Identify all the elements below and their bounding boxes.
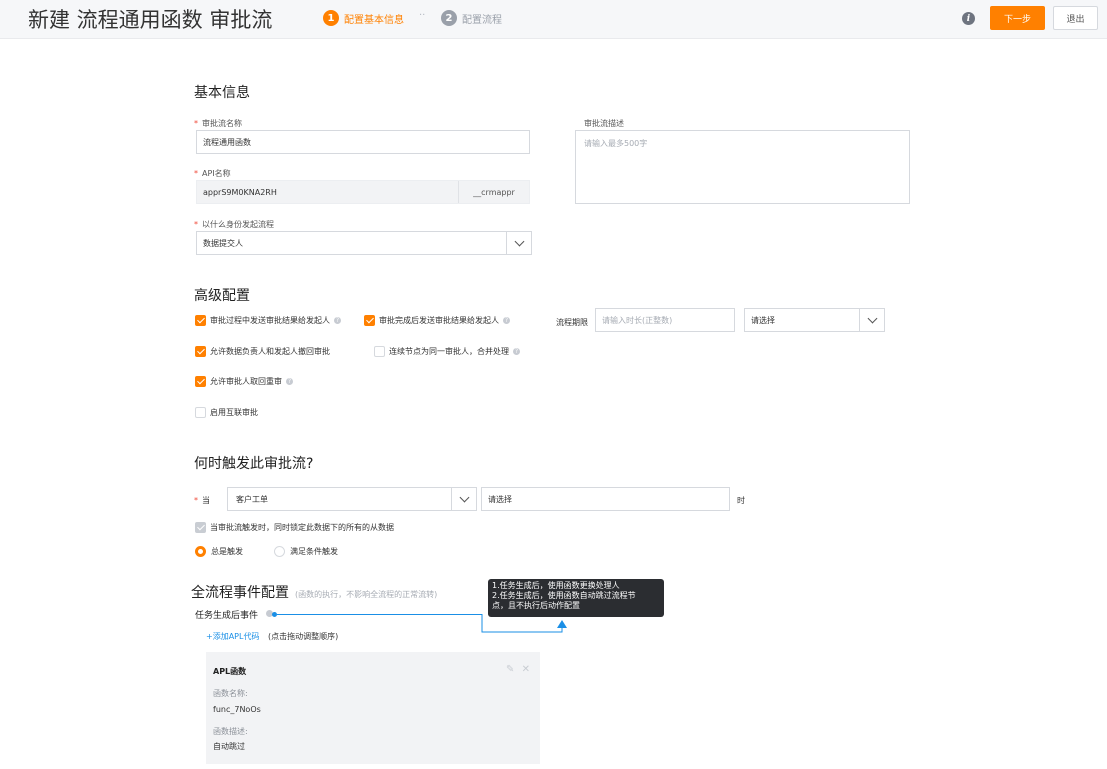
- func-name-value: func_7NoOs: [213, 705, 261, 714]
- apl-function-card[interactable]: APL函数 ✎ ✕ 函数名称: func_7NoOs 函数描述: 自动跳过: [206, 652, 540, 764]
- func-desc-label: 函数描述:: [213, 727, 248, 736]
- func-desc-value: 自动跳过: [213, 742, 245, 751]
- edit-icon[interactable]: ✎: [506, 664, 514, 675]
- close-icon[interactable]: ✕: [522, 664, 530, 675]
- tooltip: 1.任务生成后，使用函数更换处理人 2.任务生成后，使用函数自动跳过流程节 点，…: [488, 579, 664, 617]
- func-name-label: 函数名称:: [213, 689, 248, 698]
- drag-hint: (点击拖动调整顺序): [268, 632, 339, 641]
- add-apl-link[interactable]: +添加APL代码 (点击拖动调整顺序): [206, 631, 338, 642]
- card-title: APL函数: [213, 667, 247, 676]
- tooltip-connector: [277, 614, 567, 633]
